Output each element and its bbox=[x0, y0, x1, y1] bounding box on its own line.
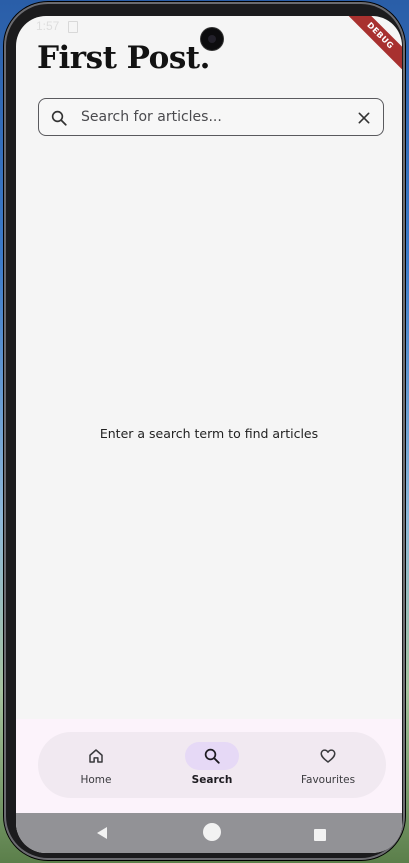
recents-icon[interactable] bbox=[314, 826, 326, 845]
nav-label-favourites: Favourites bbox=[300, 774, 356, 786]
search-icon bbox=[185, 742, 239, 770]
search-bar[interactable] bbox=[38, 98, 384, 136]
nav-item-search[interactable]: Search bbox=[154, 732, 270, 798]
status-time: 1:57 bbox=[36, 19, 60, 33]
search-input[interactable] bbox=[81, 105, 343, 129]
home-circle-icon[interactable] bbox=[202, 822, 222, 846]
app-screen: 1:57 DEBUG First Post. Enter a sea bbox=[16, 16, 402, 853]
heart-icon bbox=[301, 742, 355, 770]
empty-state-message: Enter a search term to find articles bbox=[99, 426, 319, 441]
nav-item-favourites[interactable]: Favourites bbox=[270, 732, 386, 798]
close-icon[interactable] bbox=[356, 110, 372, 126]
page-title: First Post. bbox=[37, 40, 210, 76]
nav-label-home: Home bbox=[80, 774, 112, 786]
nav-pill: Home Search Favourites bbox=[38, 732, 386, 798]
desktop-background: { "status_bar": { "time": "1:57" }, "deb… bbox=[0, 0, 409, 863]
search-icon bbox=[50, 109, 68, 127]
system-navigation-bar bbox=[16, 813, 402, 853]
bottom-navigation: Home Search Favourites bbox=[16, 719, 402, 813]
home-icon bbox=[69, 742, 123, 770]
nav-label-search: Search bbox=[191, 774, 233, 786]
back-icon[interactable] bbox=[95, 825, 109, 844]
nav-item-home[interactable]: Home bbox=[38, 732, 154, 798]
phone-frame: 1:57 DEBUG First Post. Enter a sea bbox=[4, 2, 405, 860]
sim-card-icon bbox=[68, 21, 78, 33]
